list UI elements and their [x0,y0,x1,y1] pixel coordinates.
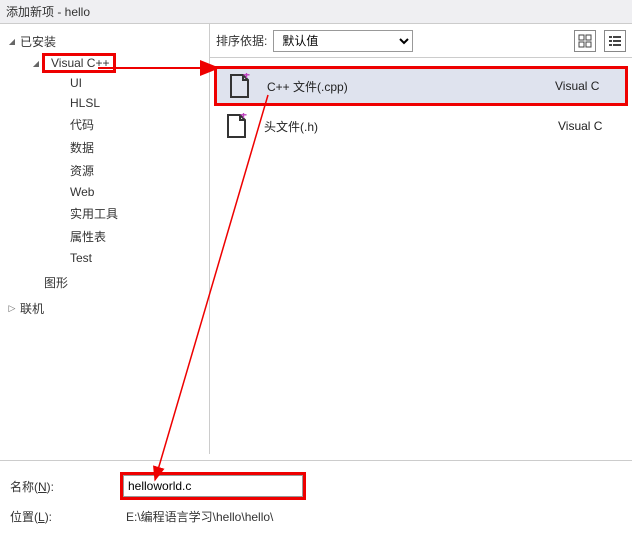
tree-visual-cpp[interactable]: Visual C++ [30,53,209,73]
tree-item[interactable]: 属性表 [68,228,209,245]
name-input[interactable] [123,475,303,497]
template-lang: Visual C [558,119,628,133]
tree-item[interactable]: 代码 [68,116,209,133]
name-label: 名称(N): [10,478,120,495]
template-item[interactable]: ++ C++ 文件(.cpp)Visual C [214,66,628,106]
cpp-file-icon: ++ [228,73,250,99]
list-icon [608,34,622,48]
tree-online[interactable]: 联机 [6,300,209,317]
location-label: 位置(L): [10,508,120,525]
template-lang: Visual C [555,79,625,93]
template-name: C++ 文件(.cpp) [261,78,555,95]
cpp-file-icon: ++ [225,113,247,139]
view-details-button[interactable] [604,30,626,52]
tree-installed[interactable]: 已安装 [6,33,209,50]
sort-dropdown[interactable]: 默认值 [273,30,413,52]
chevron-right-icon [6,303,18,314]
tree-graphics[interactable]: 图形 [30,274,209,291]
tree-item[interactable]: 数据 [68,139,209,156]
template-item[interactable]: ++ 头文件(.h)Visual C [214,106,628,146]
grid-icon [578,34,592,48]
chevron-down-icon [6,36,18,47]
template-list: ++C++ 文件(.cpp)Visual C++头文件(.h)Visual C [210,58,632,454]
toolbar: 排序依据: 默认值 [210,24,632,58]
location-value: E:\编程语言学习\hello\hello\ [120,510,273,524]
tree-item[interactable]: Web [68,185,209,199]
chevron-down-icon [30,58,42,69]
tree-item[interactable]: Test [68,251,209,265]
window-title: 添加新项 - hello [6,3,90,20]
view-large-icons-button[interactable] [574,30,596,52]
tree-item[interactable]: 资源 [68,162,209,179]
category-sidebar: 已安装 Visual C++ UI HLSL 代码数据资源 Web 实用工具属性表 Tes… [0,24,210,454]
tree-item[interactable]: HLSL [68,96,209,110]
template-name: 头文件(.h) [258,118,558,135]
tree-item[interactable]: 实用工具 [68,205,209,222]
svg-text:++: ++ [243,73,250,82]
sort-label: 排序依据: [216,32,267,49]
svg-text:++: ++ [240,113,247,122]
tree-item[interactable]: UI [68,76,209,90]
